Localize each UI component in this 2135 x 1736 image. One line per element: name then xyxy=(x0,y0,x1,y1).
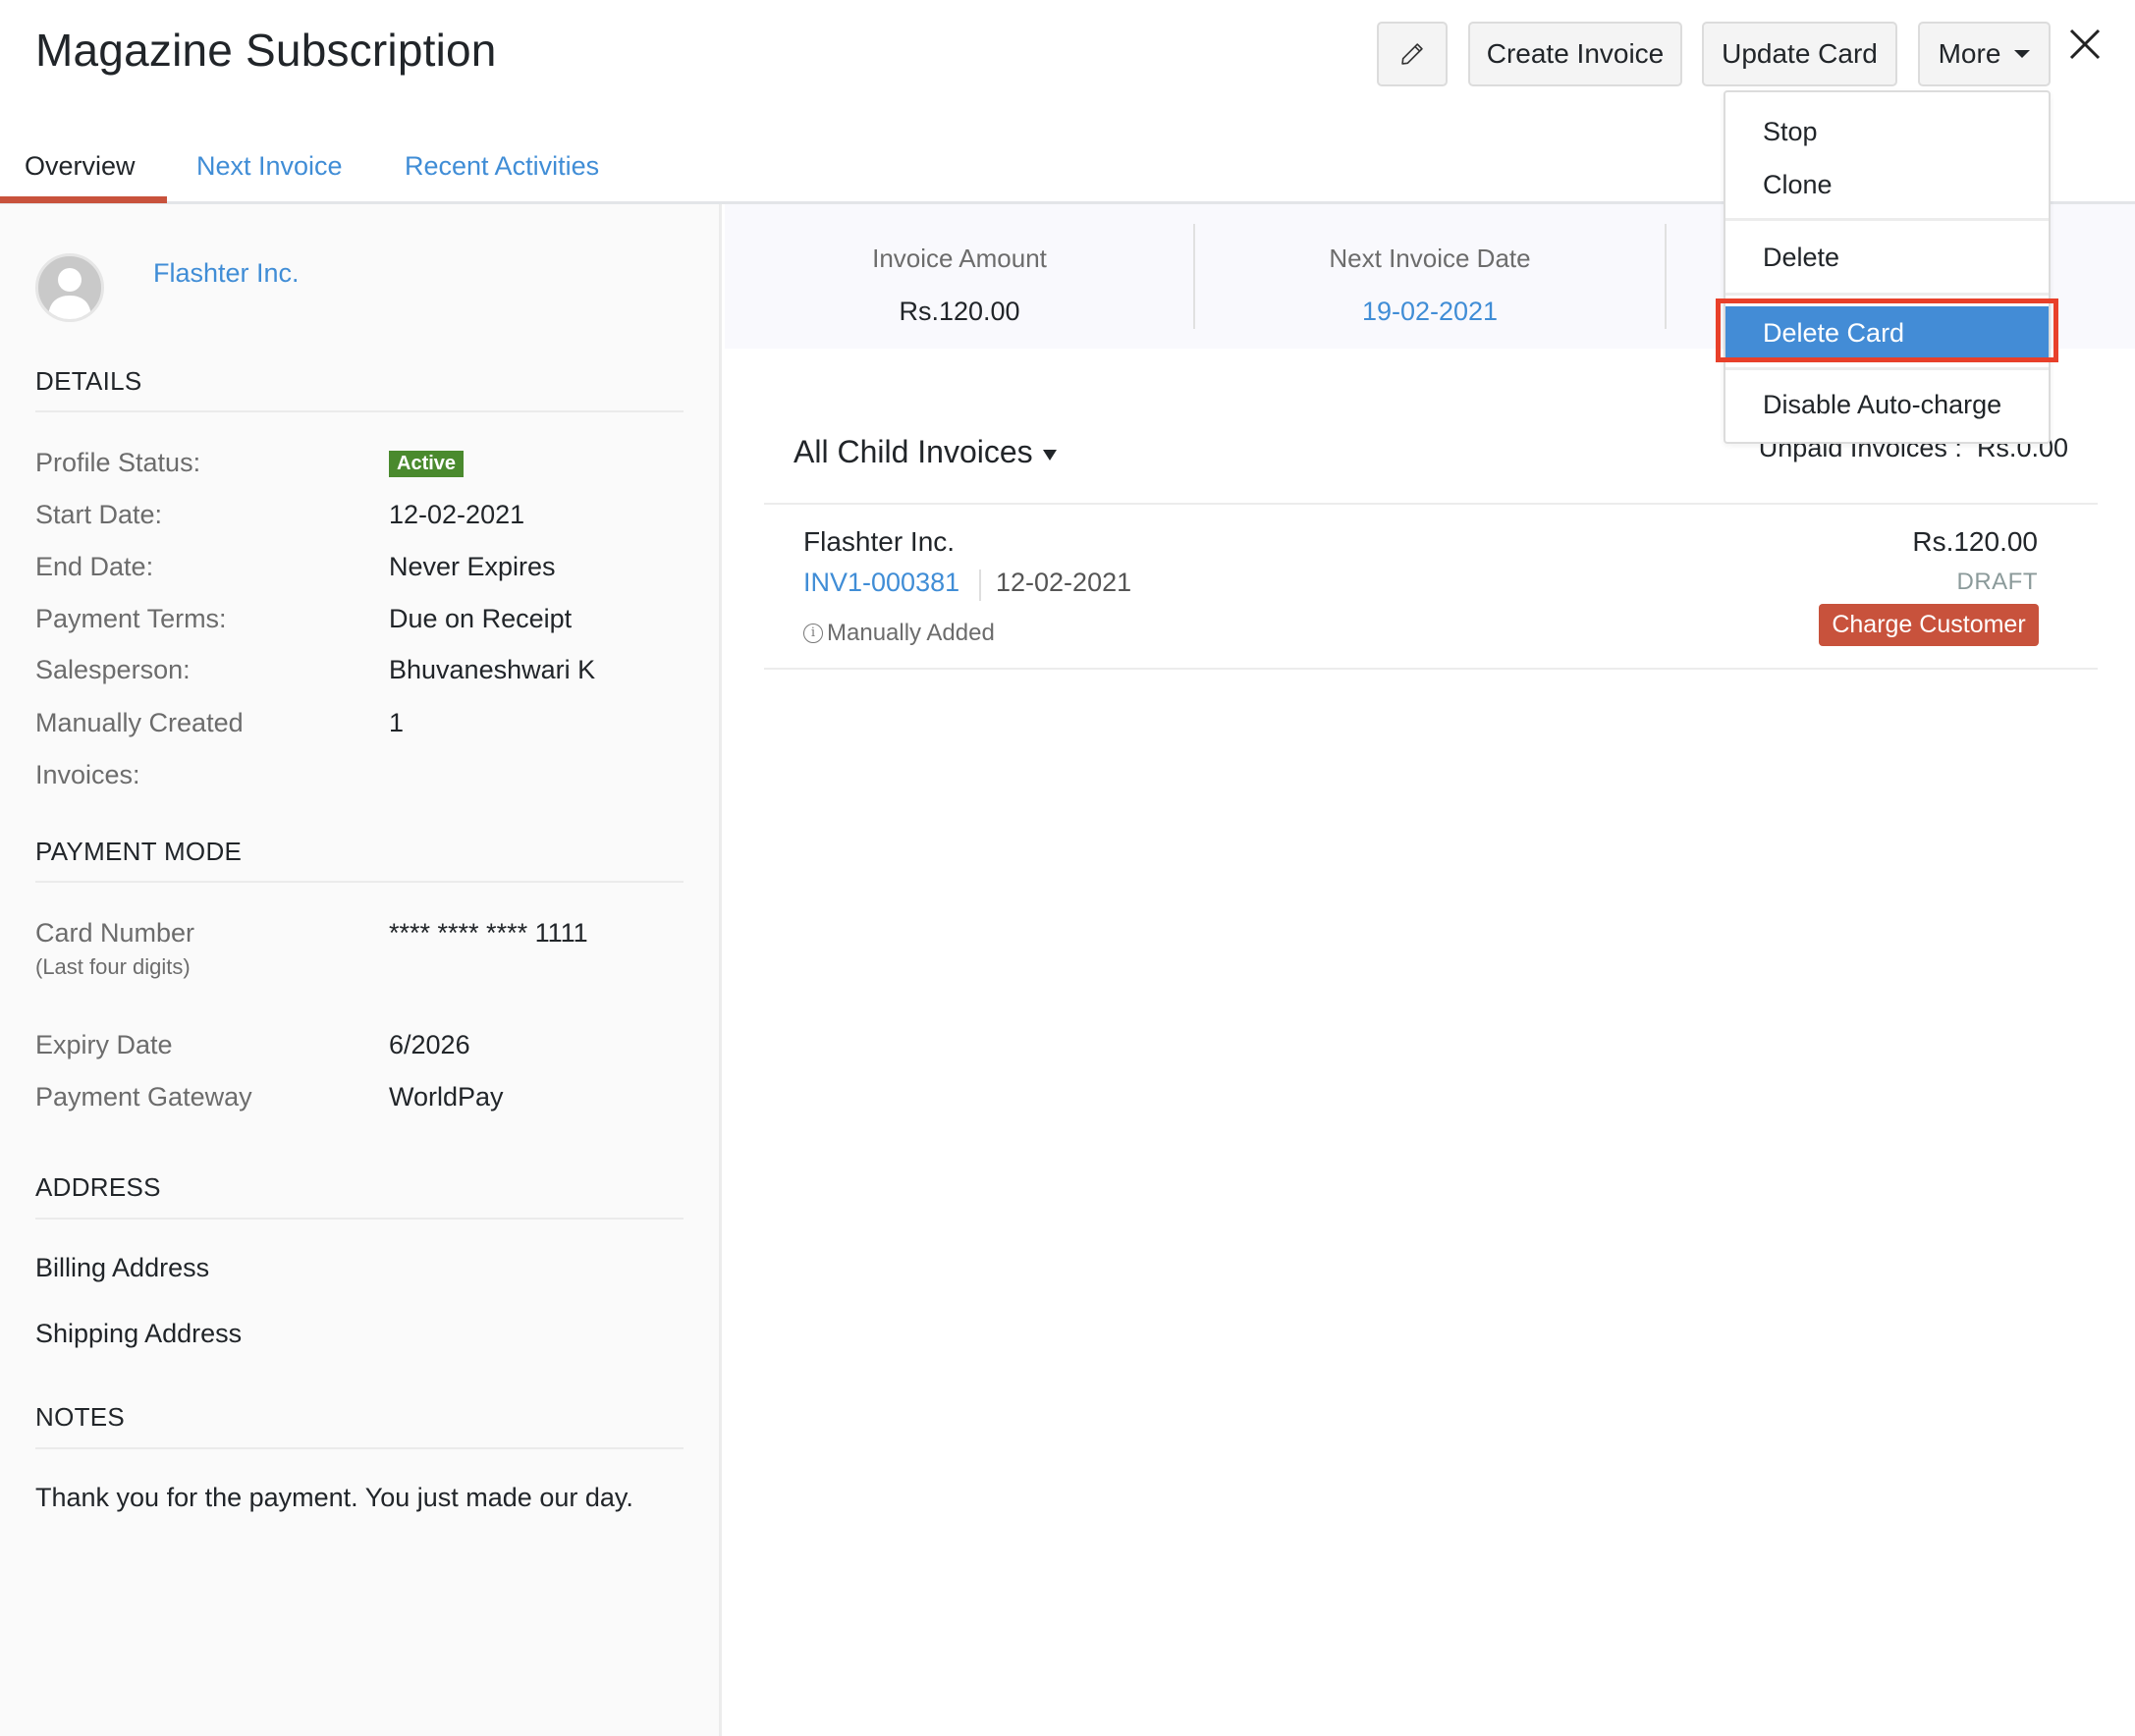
active-tab-indicator xyxy=(0,196,167,203)
more-dropdown-menu: Stop Clone Delete Delete Card Disable Au… xyxy=(1724,90,2051,444)
invoice-amount-summary: Invoice Amount Rs.120.00 xyxy=(725,204,1194,349)
invoice-amount-value: Rs.120.00 xyxy=(899,297,1020,326)
menu-item-stop[interactable]: Stop xyxy=(1725,106,2049,157)
end-date-value: Never Expires xyxy=(389,552,556,581)
payment-terms-label: Payment Terms: xyxy=(35,604,227,633)
list-divider xyxy=(764,668,2098,670)
edit-button[interactable] xyxy=(1377,22,1448,86)
manually-created-label-line2: Invoices: xyxy=(35,760,140,789)
payment-gateway-label: Payment Gateway xyxy=(35,1082,252,1112)
tab-recent-activities[interactable]: Recent Activities xyxy=(405,151,599,182)
caret-down-icon xyxy=(1042,450,1057,461)
menu-divider xyxy=(1725,367,2049,370)
info-icon: i xyxy=(803,624,823,643)
page-title: Magazine Subscription xyxy=(35,25,497,76)
user-avatar-icon xyxy=(48,268,91,319)
caret-down-icon xyxy=(2014,50,2031,58)
tab-overview[interactable]: Overview xyxy=(25,151,136,182)
details-divider xyxy=(35,410,684,412)
payment-gateway-value: WorldPay xyxy=(389,1082,504,1112)
invoice-note: i Manually Added xyxy=(803,620,995,647)
shipping-address-link[interactable]: Shipping Address xyxy=(35,1319,242,1349)
card-number-label: Card Number xyxy=(35,918,195,948)
menu-item-disable-auto-charge[interactable]: Disable Auto-charge xyxy=(1725,379,2049,430)
invoice-amount-label: Invoice Amount xyxy=(872,244,1047,273)
update-card-button[interactable]: Update Card xyxy=(1702,22,1897,86)
invoice-number-link[interactable]: INV1-000381 xyxy=(803,568,959,598)
start-date-label: Start Date: xyxy=(35,500,163,529)
manually-created-label-line1: Manually Created xyxy=(35,708,244,737)
payment-mode-divider xyxy=(35,881,684,883)
start-date-value: 12-02-2021 xyxy=(389,500,525,529)
invoice-separator xyxy=(979,570,981,601)
menu-item-clone[interactable]: Clone xyxy=(1725,159,2049,210)
salesperson-label: Salesperson: xyxy=(35,655,191,684)
details-heading: DETAILS xyxy=(35,366,142,396)
next-invoice-date-summary: Next Invoice Date 19-02-2021 xyxy=(1195,204,1665,349)
payment-terms-value: Due on Receipt xyxy=(389,604,573,633)
status-badge: Active xyxy=(389,451,465,477)
customer-name-link[interactable]: Flashter Inc. xyxy=(153,258,300,289)
menu-divider xyxy=(1725,293,2049,296)
expiry-date-label: Expiry Date xyxy=(35,1030,173,1059)
summary-divider xyxy=(1665,224,1667,329)
child-invoices-filter-label: All Child Invoices xyxy=(794,434,1033,469)
salesperson-value: Bhuvaneshwari K xyxy=(389,655,596,684)
next-invoice-date-label: Next Invoice Date xyxy=(1329,244,1531,273)
invoice-status: DRAFT xyxy=(1956,569,2038,595)
card-number-value: **** **** **** 1111 xyxy=(389,918,588,948)
create-invoice-button[interactable]: Create Invoice xyxy=(1468,22,1682,86)
notes-text: Thank you for the payment. You just made… xyxy=(35,1483,633,1512)
manually-created-value: 1 xyxy=(389,708,405,737)
billing-address-link[interactable]: Billing Address xyxy=(35,1253,209,1283)
next-invoice-date-value[interactable]: 19-02-2021 xyxy=(1195,297,1665,327)
profile-status-label: Profile Status: xyxy=(35,448,201,477)
charge-customer-button[interactable]: Charge Customer xyxy=(1819,604,2039,646)
expiry-date-value: 6/2026 xyxy=(389,1030,470,1059)
address-heading: ADDRESS xyxy=(35,1172,161,1202)
child-invoices-filter[interactable]: All Child Invoices xyxy=(794,434,1057,470)
avatar xyxy=(35,253,104,322)
menu-divider xyxy=(1725,218,2049,221)
close-icon xyxy=(2069,28,2101,60)
menu-item-delete-card[interactable]: Delete Card xyxy=(1725,306,2049,360)
address-divider xyxy=(35,1218,684,1220)
close-button[interactable] xyxy=(2062,22,2108,67)
invoice-note-text: Manually Added xyxy=(827,620,995,646)
menu-item-delete[interactable]: Delete xyxy=(1725,232,2049,283)
list-divider xyxy=(764,503,2098,505)
pencil-icon xyxy=(1401,43,1423,65)
notes-heading: NOTES xyxy=(35,1402,126,1432)
more-button[interactable]: More xyxy=(1918,22,2051,86)
notes-divider xyxy=(35,1447,684,1449)
more-button-label: More xyxy=(1938,38,2001,69)
tab-next-invoice[interactable]: Next Invoice xyxy=(196,151,343,182)
end-date-label: End Date: xyxy=(35,552,154,581)
invoice-date: 12-02-2021 xyxy=(996,568,1132,597)
payment-mode-heading: PAYMENT MODE xyxy=(35,837,243,866)
invoice-amount: Rs.120.00 xyxy=(1912,526,2038,557)
card-number-sublabel: (Last four digits) xyxy=(35,954,191,979)
invoice-customer: Flashter Inc. xyxy=(803,526,956,557)
